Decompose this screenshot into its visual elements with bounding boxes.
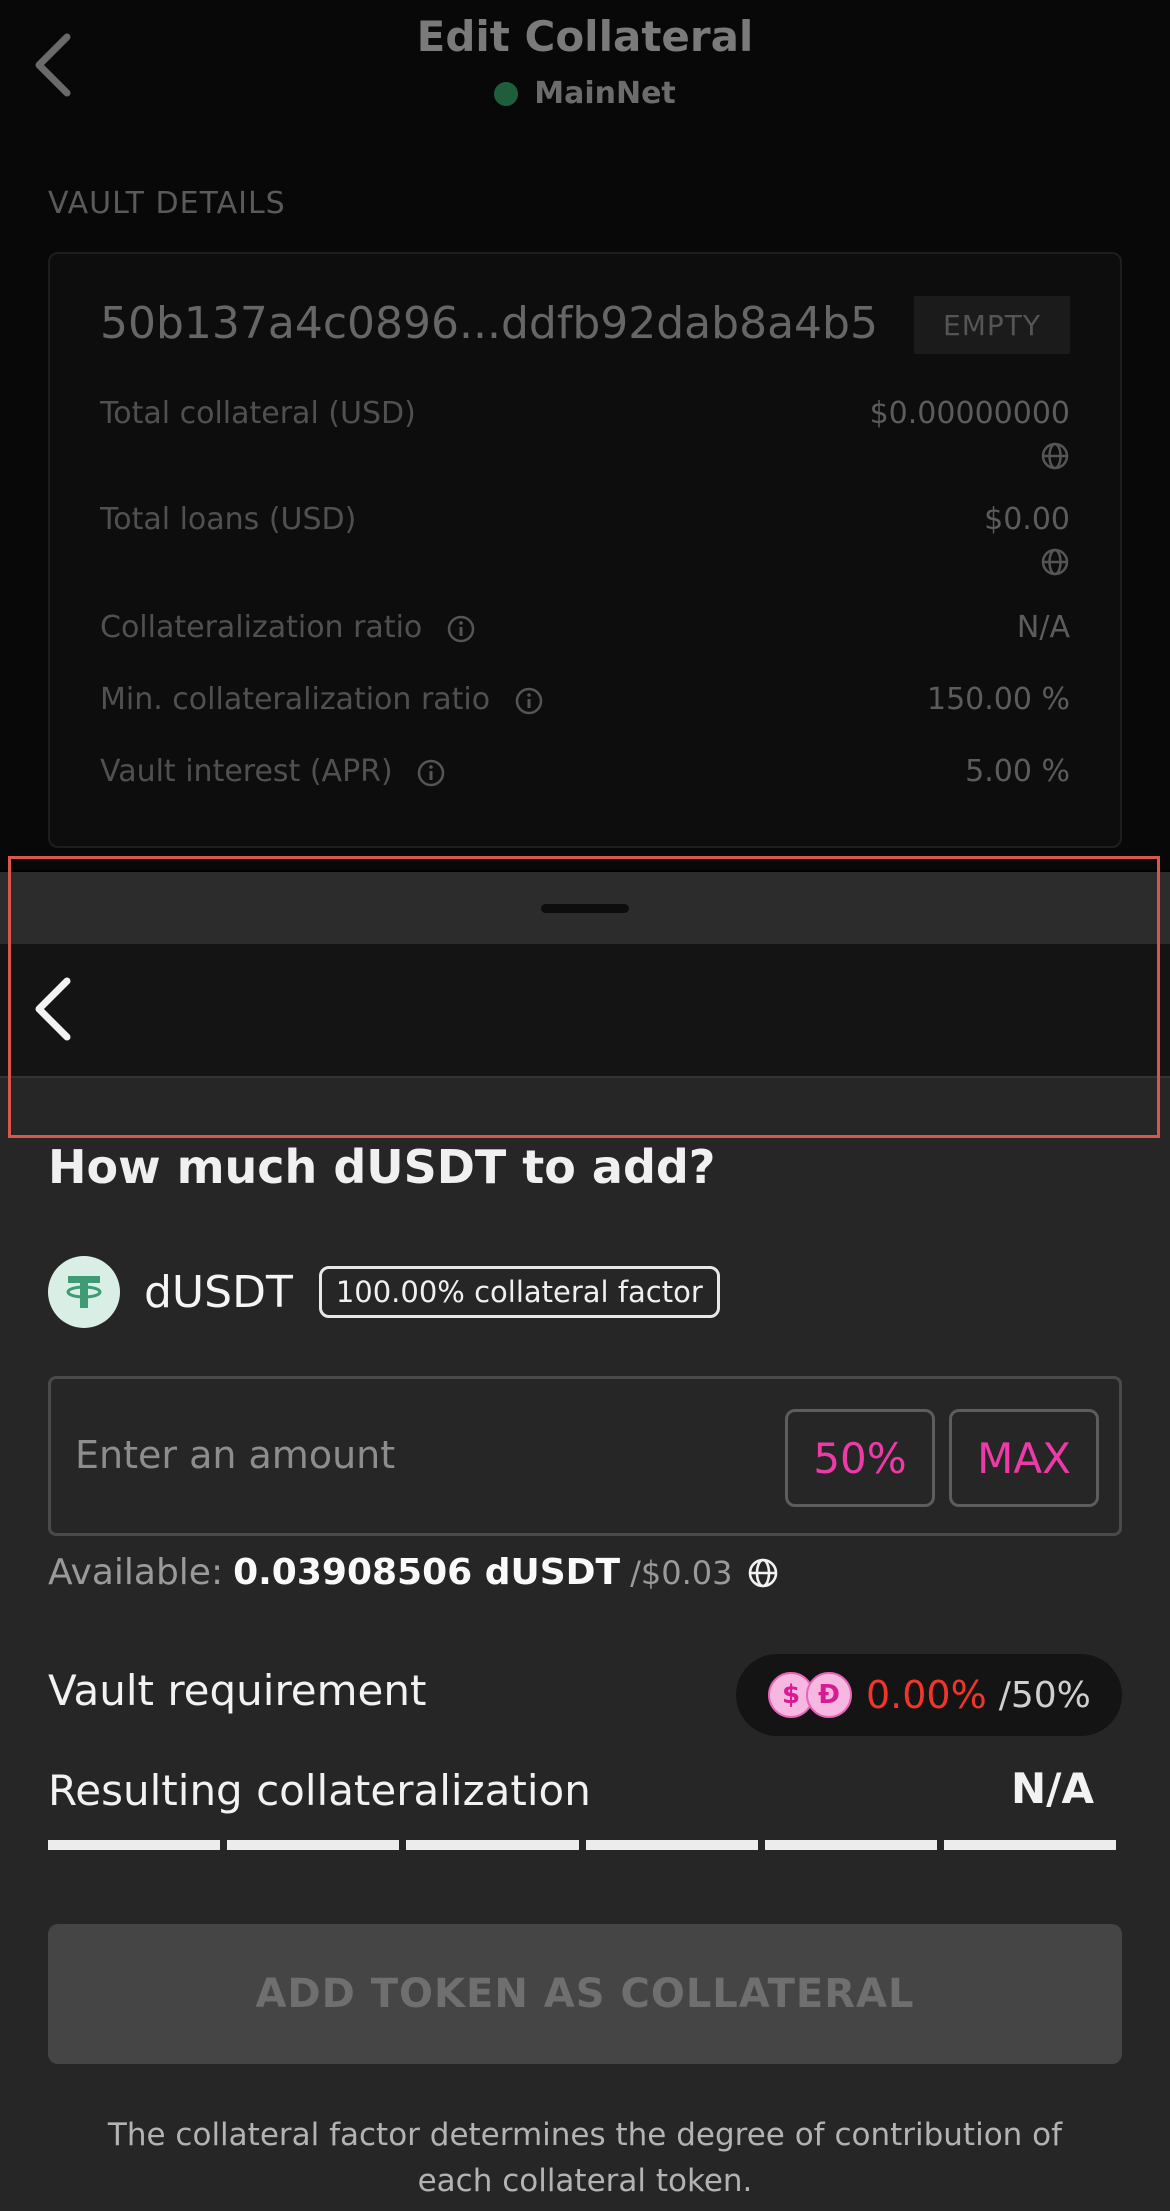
- bar-segment: [585, 1840, 758, 1850]
- available-balance: Available: 0.03908506 dUSDT /$0.03: [48, 1552, 779, 1593]
- vault-row-collateralization-ratio: Collateralization ratio N/A: [100, 610, 1070, 645]
- sheet-back-button[interactable]: [18, 974, 88, 1044]
- max-button[interactable]: MAX: [949, 1409, 1099, 1507]
- sheet-title: How much dUSDT to add?: [48, 1140, 716, 1194]
- vault-requirement-label: Vault requirement: [48, 1666, 427, 1715]
- resulting-collateralization-value: N/A: [1011, 1764, 1094, 1813]
- network-label: MainNet: [534, 76, 676, 111]
- dusd-icon: Đ: [806, 1672, 852, 1718]
- resulting-collateralization-label: Resulting collateralization: [48, 1766, 591, 1815]
- info-icon[interactable]: [416, 758, 446, 788]
- vault-row-min-collateralization: Min. collateralization ratio 150.00 %: [100, 682, 1070, 717]
- requirement-target: /50%: [998, 1674, 1091, 1716]
- bar-segment: [764, 1840, 937, 1850]
- vault-requirement-pill[interactable]: $ Đ 0.00% /50%: [736, 1654, 1122, 1736]
- bar-segment: [48, 1840, 221, 1850]
- chevron-left-icon: [35, 977, 71, 1041]
- vault-card: 50b137a4c0896...ddfb92dab8a4b5 EMPTY Tot…: [48, 252, 1122, 848]
- token-name: dUSDT: [144, 1266, 293, 1318]
- vault-row-value: 150.00 %: [926, 682, 1070, 717]
- network-indicator[interactable]: MainNet: [0, 76, 1170, 111]
- vault-row-total-loans: Total loans (USD) $0.00: [100, 502, 1070, 577]
- vault-row-value: N/A: [1016, 610, 1070, 645]
- vault-row-total-collateral: Total collateral (USD) $0.00000000: [100, 396, 1070, 471]
- bar-segment: [943, 1840, 1117, 1850]
- page-title: Edit Collateral: [416, 12, 754, 61]
- available-usd: /$0.03: [630, 1553, 733, 1592]
- vault-row-label: Total loans (USD): [100, 502, 357, 537]
- edit-collateral-screen: Edit Collateral MainNet VAULT DETAILS 50…: [0, 0, 1170, 870]
- vault-row-interest: Vault interest (APR) 5.00 %: [100, 754, 1070, 789]
- add-token-as-collateral-button[interactable]: ADD TOKEN AS COLLATERAL: [48, 1924, 1122, 2064]
- collateralization-bar: [48, 1840, 1117, 1850]
- globe-icon[interactable]: [1040, 441, 1070, 471]
- add-collateral-sheet: How much dUSDT to add? dUSDT 100.00% col…: [0, 872, 1170, 2211]
- vault-row-value: 5.00 %: [965, 754, 1070, 789]
- vault-row-value: $0.00: [984, 502, 1070, 537]
- vault-row-value: $0.00000000: [869, 396, 1070, 431]
- collateral-factor-badge: 100.00% collateral factor: [318, 1266, 720, 1318]
- bar-segment: [406, 1840, 579, 1850]
- vault-details-label: VAULT DETAILS: [48, 186, 286, 221]
- globe-icon[interactable]: [1040, 547, 1070, 577]
- vault-status-badge: EMPTY: [914, 296, 1070, 354]
- vault-row-label: Total collateral (USD): [100, 396, 416, 431]
- vault-id: 50b137a4c0896...ddfb92dab8a4b5: [100, 298, 878, 349]
- info-icon[interactable]: [446, 614, 476, 644]
- requirement-current: 0.00%: [866, 1673, 987, 1717]
- available-amount: 0.03908506 dUSDT: [233, 1552, 621, 1593]
- info-icon[interactable]: [514, 686, 544, 716]
- network-status-dot: [494, 81, 519, 106]
- sheet-header: [0, 944, 1170, 1078]
- sheet-drag-area[interactable]: [0, 872, 1170, 944]
- amount-input[interactable]: [75, 1415, 775, 1495]
- globe-icon[interactable]: [747, 1557, 779, 1589]
- token-info: dUSDT 100.00% collateral factor: [48, 1256, 720, 1328]
- vault-row-label: Vault interest (APR): [100, 754, 393, 789]
- bar-segment: [227, 1840, 400, 1850]
- sheet-drag-handle[interactable]: [541, 904, 629, 913]
- vault-row-label: Min. collateralization ratio: [100, 682, 491, 717]
- available-label: Available:: [48, 1552, 224, 1593]
- fifty-percent-button[interactable]: 50%: [785, 1409, 935, 1507]
- collateral-factor-footnote: The collateral factor determines the deg…: [107, 2117, 1063, 2199]
- vault-row-label: Collateralization ratio: [100, 610, 423, 645]
- tether-icon: [48, 1256, 120, 1328]
- amount-input-container: 50% MAX: [48, 1376, 1122, 1536]
